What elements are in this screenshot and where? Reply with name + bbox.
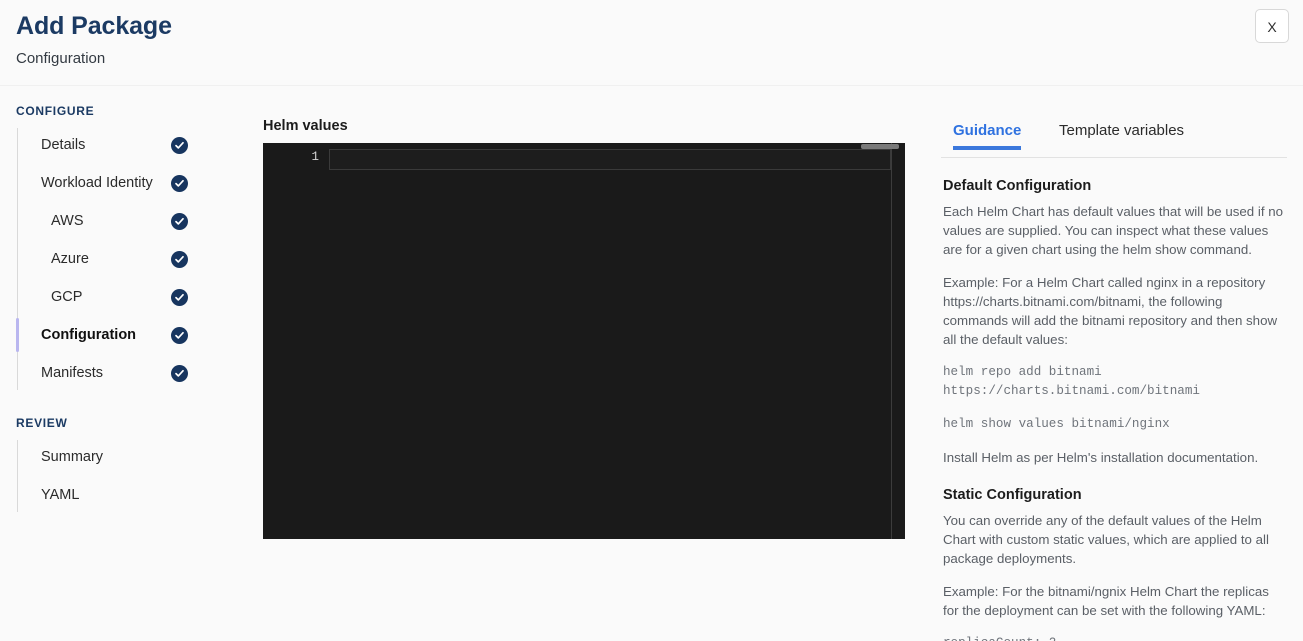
sidebar-item-aws[interactable]: AWS	[0, 202, 240, 240]
editor-code-area[interactable]	[329, 149, 891, 171]
sidebar-item-label: Manifests	[41, 365, 104, 381]
guidance-code-block: helm show values bitnami/nginx	[943, 417, 1170, 431]
active-indicator	[16, 318, 19, 352]
check-icon	[171, 326, 188, 344]
sidebar-item-details[interactable]: Details	[0, 126, 240, 164]
guidance-paragraph: You can override any of the default valu…	[943, 513, 1269, 566]
guidance-code-block: replicaCount: 2	[943, 634, 1287, 641]
tab-template-variables[interactable]: Template variables	[1059, 122, 1184, 149]
guidance-paragraph: Each Helm Chart has default values that …	[943, 204, 1283, 257]
check-icon	[171, 364, 188, 382]
sidebar-item-workload-identity[interactable]: Workload Identity	[0, 164, 240, 202]
sidebar-item-yaml[interactable]: YAML	[0, 476, 240, 514]
sidebar-item-label: Summary	[41, 449, 104, 465]
editor-gutter: 1	[263, 143, 329, 539]
line-number: 1	[311, 150, 319, 164]
tab-guidance[interactable]: Guidance	[953, 122, 1022, 150]
check-icon	[171, 288, 188, 306]
add-package-dialog: Add Package Configuration X CONFIGURE Det…	[0, 0, 1303, 641]
sidebar-item-manifests[interactable]: Manifests	[0, 354, 240, 392]
check-icon	[171, 174, 188, 192]
sidebar-item-label: Details	[41, 137, 86, 153]
helm-values-editor[interactable]: 1	[263, 143, 905, 539]
check-icon	[171, 136, 188, 154]
nav-rail: Summary YAML	[0, 438, 240, 514]
check-icon	[171, 250, 188, 268]
nav-group-title: REVIEW	[16, 416, 68, 430]
helm-values-label: Helm values	[263, 118, 348, 134]
guidance-paragraph: Example: For the bitnami/ngnix Helm Char…	[943, 584, 1269, 618]
check-icon	[171, 212, 188, 230]
sidebar-item-label: Azure	[51, 251, 89, 267]
nav-group-title: CONFIGURE	[16, 104, 95, 118]
sidebar-item-label: AWS	[51, 213, 84, 229]
sidebar-item-label: GCP	[51, 289, 83, 305]
close-icon[interactable]: X	[1255, 9, 1289, 43]
sidebar-item-summary[interactable]: Summary	[0, 438, 240, 476]
guidance-panel: Guidance Template variables Default Confi…	[941, 122, 1287, 641]
editor-horizontal-scrollbar[interactable]	[861, 144, 899, 149]
sidebar-item-configuration[interactable]: Configuration	[0, 316, 240, 354]
nav-rail: Details Workload Identity AWS Azure GCP Confi…	[0, 126, 240, 392]
editor-active-line[interactable]	[329, 149, 891, 170]
sidebar-item-azure[interactable]: Azure	[0, 240, 240, 278]
guidance-paragraph: Example: For a Helm Chart called nginx i…	[943, 275, 1278, 347]
wizard-sidebar: CONFIGURE Details Workload Identity AWS Azur…	[0, 104, 240, 641]
page-title: Add Package	[16, 12, 172, 40]
guidance-section-heading: Default Configuration	[943, 178, 1092, 194]
dialog-header: Add Package Configuration X	[0, 0, 1303, 86]
guidance-code-block: helm repo add bitnami https://charts.bit…	[943, 365, 1200, 398]
guidance-tabs: Guidance Template variables	[941, 122, 1287, 158]
guidance-section-heading: Static Configuration	[943, 487, 1082, 503]
guidance-content: Default Configuration Each Helm Chart has…	[941, 178, 1287, 641]
sidebar-item-label: YAML	[41, 487, 80, 503]
page-subtitle: Configuration	[16, 50, 106, 67]
sidebar-item-label: Configuration	[41, 327, 137, 343]
guidance-paragraph: Install Helm as per Helm's installation …	[943, 450, 1259, 465]
editor-vertical-ruler	[891, 143, 892, 539]
sidebar-item-gcp[interactable]: GCP	[0, 278, 240, 316]
sidebar-item-label: Workload Identity	[41, 175, 153, 191]
editor-panel: Helm values 1 Back Continue	[263, 104, 905, 539]
